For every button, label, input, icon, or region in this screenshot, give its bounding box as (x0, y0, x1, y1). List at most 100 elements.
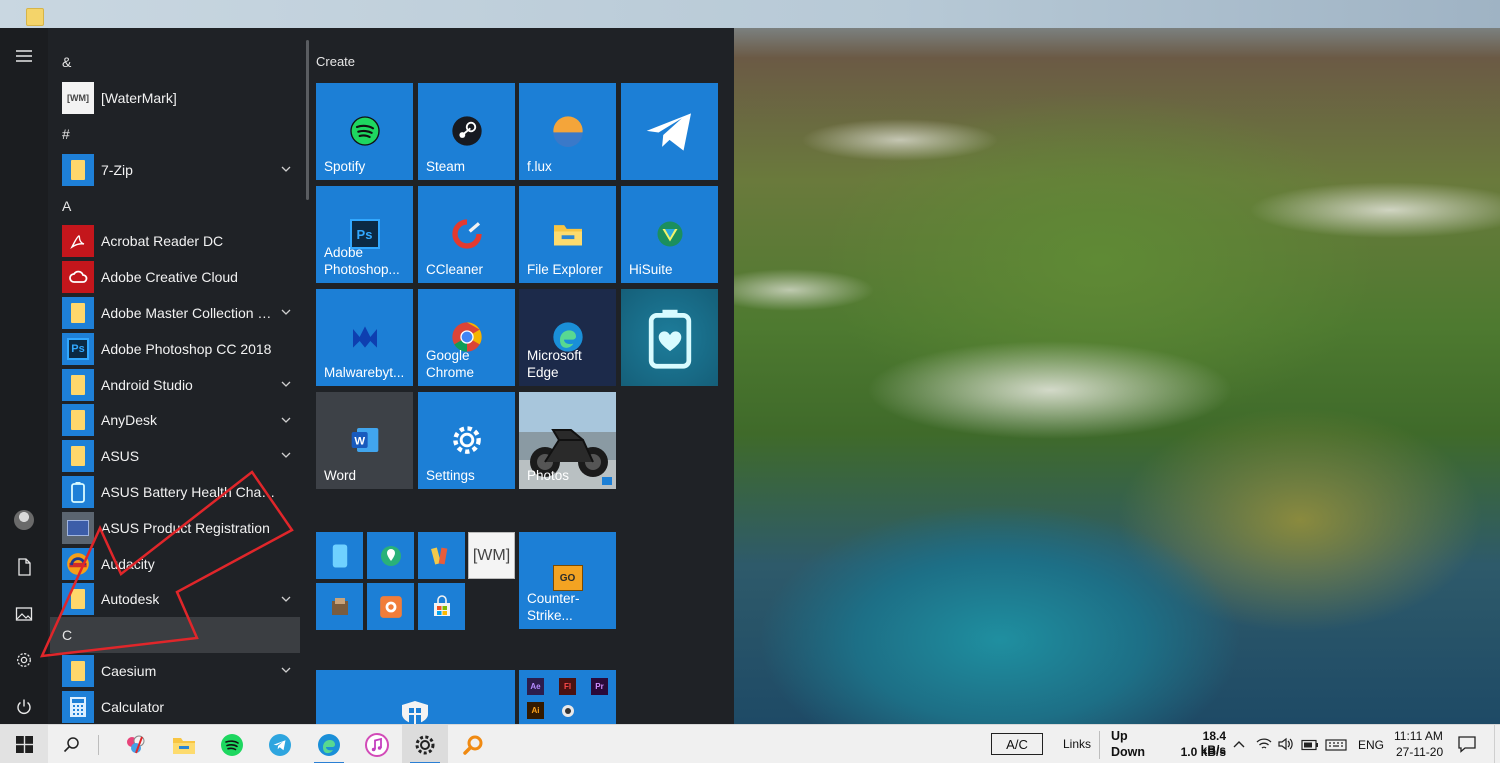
small-tile-watermark[interactable]: [WM] (468, 532, 515, 579)
settings-icon[interactable] (402, 725, 448, 763)
tile-counter-strike[interactable]: GO Counter- Strike... (519, 532, 616, 629)
net-down-speed: 1.0 kB/s (1180, 745, 1226, 759)
tile-settings[interactable]: Settings (418, 392, 515, 489)
chevron-down-icon[interactable] (280, 163, 292, 175)
file-explorer-icon[interactable] (161, 725, 207, 763)
tile-malwarebytes[interactable]: Malwarebyt... (316, 289, 413, 386)
show-desktop-button[interactable] (1494, 725, 1500, 763)
desktop-strip (0, 0, 1500, 28)
battery-health-icon (621, 289, 718, 386)
chevron-down-icon[interactable] (280, 664, 292, 676)
documents-icon[interactable] (0, 547, 48, 587)
search-icon[interactable] (48, 725, 94, 763)
tile-label: f.lux (527, 159, 552, 175)
search-magnifier-icon[interactable] (450, 725, 496, 763)
battery-icon[interactable] (1301, 738, 1319, 756)
small-tile-tool[interactable] (316, 583, 363, 630)
user-avatar[interactable] (0, 500, 48, 540)
tile-chrome[interactable]: Google Chrome (418, 289, 515, 386)
app-list-letter-header[interactable]: C (50, 617, 300, 654)
clock-time[interactable]: 11:11 AM (1394, 729, 1443, 743)
app-list-item[interactable]: ASUS Battery Health Charging (50, 474, 300, 510)
chevron-down-icon[interactable] (280, 378, 292, 390)
tile-windows-security[interactable] (316, 670, 515, 724)
paint-icon[interactable] (113, 725, 159, 763)
chevron-down-icon[interactable] (280, 306, 292, 318)
adobe-mini-app-icon: Ae (527, 678, 544, 695)
small-tile-phone[interactable] (316, 532, 363, 579)
app-list-item[interactable]: Autodesk (50, 582, 300, 618)
tile-flux[interactable]: f.lux (519, 83, 616, 180)
tile-label: Steam (426, 159, 466, 175)
media-icon (430, 544, 454, 568)
language-indicator[interactable]: ENG (1358, 738, 1384, 752)
small-tile-maps[interactable] (367, 532, 414, 579)
app-list-scrollbar[interactable] (306, 40, 309, 200)
tile-group-label: Create (316, 54, 356, 69)
app-list-item[interactable]: ASUS Product Registration (50, 510, 300, 546)
app-list-item[interactable]: Acrobat Reader DC (50, 224, 300, 260)
itunes-icon[interactable] (354, 725, 400, 763)
small-tile-media[interactable] (418, 532, 465, 579)
start-button[interactable] (0, 725, 48, 763)
tile-spotify[interactable]: Spotify (316, 83, 413, 180)
chevron-up-icon[interactable] (1232, 737, 1246, 756)
desktop-file-icon[interactable] (26, 8, 44, 26)
tile-ccleaner[interactable]: CCleaner (418, 186, 515, 283)
chevron-down-icon[interactable] (280, 414, 292, 426)
tile-file-explorer[interactable]: File Explorer (519, 186, 616, 283)
adobe-mini-app-icon: Pr (591, 678, 608, 695)
clock-date[interactable]: 27-11-20 (1396, 745, 1443, 759)
taskbar: A/C Links Up Down 18.4 kB/s 1.0 kB/s ENG… (0, 724, 1500, 763)
power-icon[interactable] (0, 687, 48, 727)
ac-indicator[interactable]: A/C (991, 733, 1043, 755)
hamburger-menu-icon[interactable] (0, 36, 48, 76)
watermark-small-text: [WM] (468, 532, 515, 579)
notification-icon[interactable] (1458, 736, 1476, 758)
app-list-item[interactable]: Ps Adobe Photoshop CC 2018 (50, 331, 300, 367)
app-list-letter-header[interactable]: & (50, 44, 300, 80)
app-list-item-label: Adobe Master Collection C... (101, 305, 279, 322)
app-list-item[interactable]: ASUS (50, 438, 300, 474)
app-list-item[interactable]: AnyDesk (50, 403, 300, 439)
tile-edge[interactable]: Microsoft Edge (519, 289, 616, 386)
telegram-icon[interactable] (257, 725, 303, 763)
chevron-down-icon[interactable] (280, 449, 292, 461)
app-list-item[interactable]: 7-Zip (50, 152, 300, 188)
folder-icon (62, 655, 94, 688)
tile-photoshop[interactable]: Ps Adobe Photoshop... (316, 186, 413, 283)
tile-word[interactable]: W Word (316, 392, 413, 489)
tile-battery-health[interactable] (621, 289, 718, 386)
small-tile-store[interactable] (418, 583, 465, 630)
edge-icon[interactable] (306, 725, 352, 763)
tile-photos[interactable]: Photos (519, 392, 616, 489)
app-list-item[interactable]: Adobe Master Collection C... (50, 295, 300, 331)
wifi-icon[interactable] (1256, 737, 1272, 756)
chevron-down-icon[interactable] (280, 593, 292, 605)
spotify-icon[interactable] (209, 725, 255, 763)
acrobat-icon (62, 225, 94, 258)
spotify-icon (349, 115, 381, 147)
links-toolbar[interactable]: Links (1063, 737, 1091, 751)
volume-icon[interactable] (1278, 737, 1294, 756)
small-tile-record[interactable] (367, 583, 414, 630)
tile-telegram[interactable] (621, 83, 718, 180)
misc-mini-app-icon (562, 705, 574, 717)
app-list-item[interactable]: Audacity (50, 546, 300, 582)
tile-adobe-apps-group[interactable]: Ae Fl Pr Ai (519, 670, 616, 724)
app-list-letter-header[interactable]: # (50, 116, 300, 152)
app-list-item[interactable]: Adobe Creative Cloud (50, 259, 300, 295)
pictures-icon[interactable] (0, 594, 48, 634)
settings-gear-icon[interactable] (0, 640, 48, 680)
app-list-item-label: [WaterMark] (101, 89, 177, 106)
keyboard-icon[interactable] (1325, 738, 1347, 756)
tile-hisuite[interactable]: HiSuite (621, 186, 718, 283)
app-list-item-label: 7-Zip (101, 161, 133, 178)
app-list-item[interactable]: Caesium (50, 653, 300, 689)
app-list-item[interactable]: Calculator (50, 689, 300, 724)
app-list-item-label: Adobe Creative Cloud (101, 269, 238, 286)
app-list-letter-header[interactable]: A (50, 188, 300, 224)
tile-steam[interactable]: Steam (418, 83, 515, 180)
app-list-item[interactable]: [WM] [WaterMark] (50, 80, 300, 116)
app-list-item[interactable]: Android Studio (50, 367, 300, 403)
